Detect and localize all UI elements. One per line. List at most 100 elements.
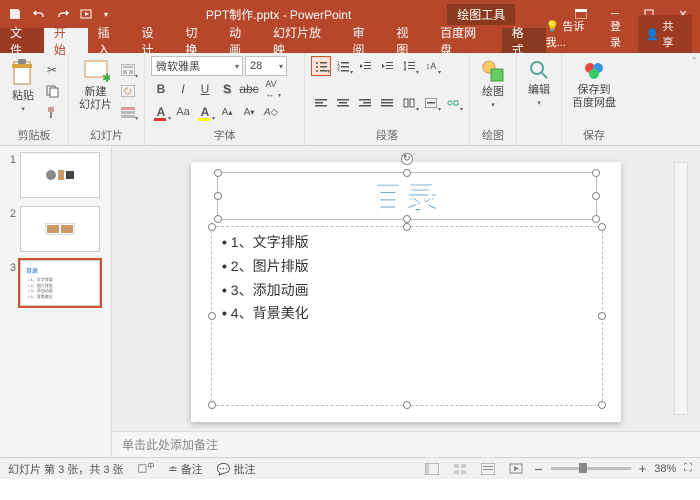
editing-button[interactable]: 编辑▾ — [523, 56, 555, 109]
shadow-button[interactable]: S — [217, 79, 237, 99]
reading-view-icon[interactable] — [478, 461, 498, 477]
resize-handle[interactable] — [403, 169, 411, 177]
line-spacing-button[interactable] — [399, 56, 419, 76]
font-color-button[interactable]: A — [151, 102, 171, 122]
increase-indent-button[interactable] — [377, 56, 397, 76]
resize-handle[interactable] — [403, 215, 411, 223]
thumbnail-1[interactable]: 1 — [4, 152, 107, 198]
columns-button[interactable] — [399, 93, 419, 113]
new-slide-button[interactable]: ✱ 新建 幻灯片 — [75, 56, 116, 114]
bold-button[interactable]: B — [151, 79, 171, 99]
title-text: 目录 — [373, 174, 441, 218]
tab-insert[interactable]: 插入 — [88, 28, 132, 53]
tell-me[interactable]: 💡 告诉我... — [546, 18, 604, 50]
content-textbox[interactable]: 1、文字排版 2、图片排版 3、添加动画 4、背景美化 — [211, 226, 603, 406]
align-center-button[interactable] — [333, 93, 353, 113]
vertical-scrollbar[interactable] — [674, 162, 688, 415]
justify-button[interactable] — [377, 93, 397, 113]
resize-handle[interactable] — [598, 401, 606, 409]
share-button[interactable]: 👤共享 — [638, 15, 692, 53]
normal-view-icon[interactable] — [422, 461, 442, 477]
paste-button[interactable]: 粘贴 ▾ — [6, 56, 40, 115]
smartart-button[interactable] — [443, 93, 463, 113]
zoom-slider[interactable] — [551, 467, 631, 470]
resize-handle[interactable] — [214, 169, 222, 177]
resize-handle[interactable] — [592, 215, 600, 223]
change-case-button[interactable]: Aa — [173, 102, 193, 122]
align-right-button[interactable] — [355, 93, 375, 113]
resize-handle[interactable] — [208, 312, 216, 320]
format-painter-icon[interactable] — [42, 102, 62, 122]
tab-baidu[interactable]: 百度网盘 — [430, 28, 498, 53]
align-text-button[interactable] — [421, 93, 441, 113]
notes-toggle[interactable]: ≐ 备注 — [168, 461, 202, 477]
char-spacing-button[interactable]: AV↔ — [261, 79, 281, 99]
lang-indicator[interactable]: ☐中 — [138, 461, 155, 476]
tab-view[interactable]: 视图 — [386, 28, 430, 53]
title-textbox[interactable]: 目录 — [217, 172, 597, 220]
resize-handle[interactable] — [592, 169, 600, 177]
resize-handle[interactable] — [598, 223, 606, 231]
redo-icon[interactable] — [52, 3, 74, 25]
highlight-button[interactable]: A — [195, 102, 215, 122]
font-family-select[interactable]: 微软雅黑 — [151, 56, 243, 76]
cut-icon[interactable]: ✂ — [42, 60, 62, 80]
font-size-select[interactable]: 28 — [245, 56, 287, 76]
layout-icon[interactable] — [118, 60, 138, 80]
tab-slideshow[interactable]: 幻灯片放映 — [263, 28, 343, 53]
italic-button[interactable]: I — [173, 79, 193, 99]
tab-review[interactable]: 审阅 — [343, 28, 387, 53]
fit-to-window-icon[interactable]: ⛶ — [684, 462, 692, 475]
underline-button[interactable]: U — [195, 79, 215, 99]
notes-pane[interactable]: 单击此处添加备注 — [112, 431, 700, 457]
reset-icon[interactable] — [118, 81, 138, 101]
tab-file[interactable]: 文件 — [0, 28, 44, 53]
decrease-font-button[interactable]: A▾ — [239, 102, 259, 122]
strikethrough-button[interactable]: abc — [239, 79, 259, 99]
slide-canvas[interactable]: 目录 1、文字排版 2、图片排版 3、添加动画 4、 — [112, 146, 700, 431]
bullets-button[interactable] — [311, 56, 331, 76]
tab-animations[interactable]: 动画 — [219, 28, 263, 53]
slide-thumbnail-panel[interactable]: 1 2 3 目录• 1、文字排版• 2、图片排版• 3、添加动画• 4、背景美化 — [0, 146, 112, 457]
thumbnail-3[interactable]: 3 目录• 1、文字排版• 2、图片排版• 3、添加动画• 4、背景美化 — [4, 260, 107, 306]
resize-handle[interactable] — [214, 215, 222, 223]
start-from-beginning-icon[interactable] — [76, 3, 98, 25]
tab-home[interactable]: 开始 — [44, 28, 88, 53]
save-to-cloud-button[interactable]: 保存到 百度网盘 — [568, 56, 620, 112]
slideshow-view-icon[interactable] — [506, 461, 526, 477]
group-label: 保存 — [568, 125, 620, 145]
qat-customize-icon[interactable]: ▾ — [100, 3, 112, 25]
comments-toggle[interactable]: 💬 批注 — [217, 461, 256, 477]
numbering-button[interactable]: 123 — [333, 56, 353, 76]
align-left-button[interactable] — [311, 93, 331, 113]
resize-handle[interactable] — [208, 223, 216, 231]
resize-handle[interactable] — [403, 223, 411, 231]
save-icon[interactable] — [4, 3, 26, 25]
resize-handle[interactable] — [208, 401, 216, 409]
tab-format[interactable]: 格式 — [502, 28, 546, 53]
undo-icon[interactable] — [28, 3, 50, 25]
zoom-out-button[interactable]: − — [534, 461, 542, 477]
increase-font-button[interactable]: A▴ — [217, 102, 237, 122]
tab-transitions[interactable]: 切换 — [175, 28, 219, 53]
resize-handle[interactable] — [598, 312, 606, 320]
section-icon[interactable] — [118, 102, 138, 122]
resize-handle[interactable] — [403, 401, 411, 409]
zoom-level[interactable]: 38% — [654, 463, 676, 475]
sign-in[interactable]: 登录 — [610, 18, 632, 50]
resize-handle[interactable] — [592, 192, 600, 200]
resize-handle[interactable] — [214, 192, 222, 200]
collapse-ribbon-icon[interactable]: ˆ — [689, 53, 700, 145]
slide[interactable]: 目录 1、文字排版 2、图片排版 3、添加动画 4、 — [191, 162, 621, 422]
clear-format-button[interactable]: A◇ — [261, 102, 281, 122]
copy-icon[interactable] — [42, 81, 62, 101]
tab-design[interactable]: 设计 — [131, 28, 175, 53]
thumbnail-2[interactable]: 2 — [4, 206, 107, 252]
text-direction-button[interactable]: ↕A — [421, 56, 441, 76]
decrease-indent-button[interactable] — [355, 56, 375, 76]
rotate-handle-icon[interactable] — [401, 153, 413, 165]
zoom-in-button[interactable]: + — [639, 461, 647, 476]
slide-counter: 幻灯片 第 3 张，共 3 张 — [8, 461, 124, 477]
sorter-view-icon[interactable] — [450, 461, 470, 477]
drawing-button[interactable]: 绘图▾ — [476, 56, 510, 111]
